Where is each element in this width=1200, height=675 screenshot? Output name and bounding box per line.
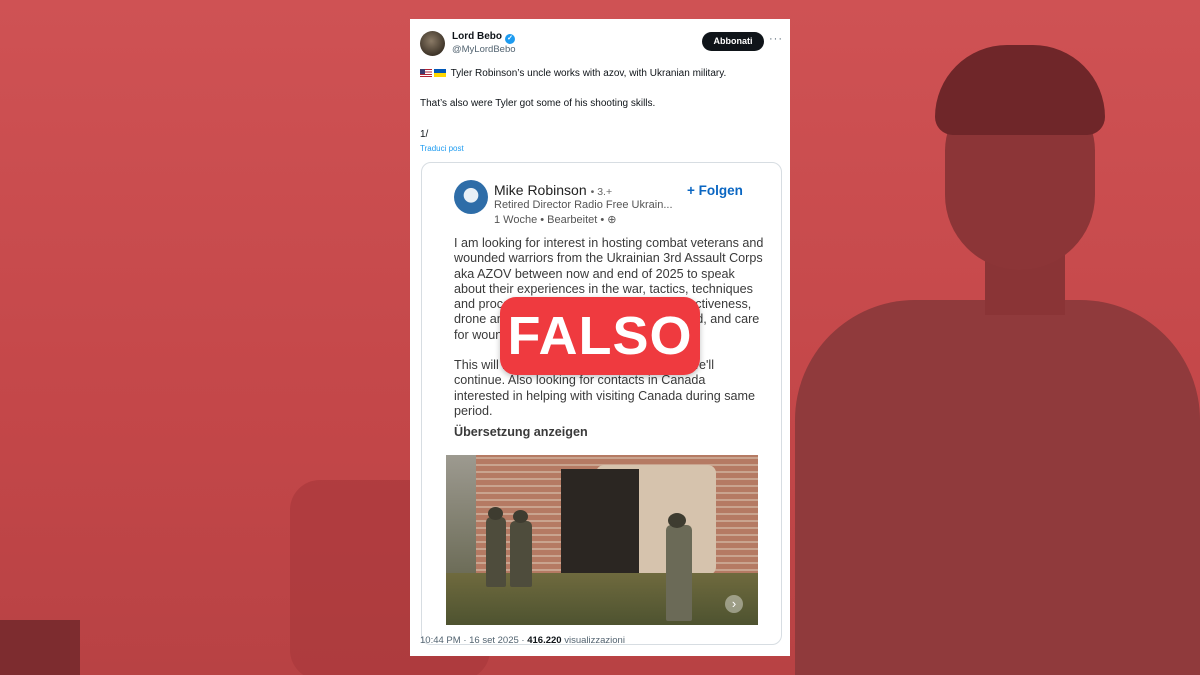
translate-post-link[interactable]: Traduci post (420, 144, 464, 153)
falso-verdict-stamp: FALSO (500, 297, 700, 375)
tweet-text-line-1-content: Tyler Robinson’s uncle works with azov, … (450, 68, 727, 79)
linkedin-meta: 1 Woche • Bearbeitet • ⊕ (494, 213, 617, 226)
photo-soldier (666, 525, 692, 621)
display-name[interactable]: Lord Bebo ✓ (452, 31, 515, 44)
display-name-text[interactable]: Lord Bebo (452, 31, 502, 42)
tweet-footer: 10:44 PM · 16 set 2025 · 416.220 visuali… (420, 635, 625, 646)
avatar[interactable] (420, 31, 445, 56)
photo-soldier (486, 517, 506, 587)
post-date[interactable]: 16 set 2025 (469, 635, 519, 646)
background-book (0, 620, 80, 675)
more-options-icon[interactable]: ··· (769, 33, 783, 45)
photo-doorway (561, 469, 639, 579)
photo-helmet (668, 513, 686, 528)
photo-helmet (488, 507, 503, 520)
connection-degree: • 3.+ (590, 186, 613, 198)
tweet-text-line-2: That’s also were Tyler got some of his s… (420, 98, 656, 109)
tweet-text-line-3: 1/ (420, 129, 429, 140)
linkedin-follow-button: + Folgen (687, 183, 743, 198)
ukraine-flag-icon (434, 69, 446, 77)
linkedin-name-text: Mike Robinson (494, 182, 587, 198)
us-flag-icon (420, 69, 432, 77)
photo-soldier (510, 521, 532, 587)
background-person-body (795, 300, 1200, 675)
linkedin-name: Mike Robinson • 3.+ (494, 182, 612, 198)
verified-badge-icon: ✓ (505, 34, 515, 44)
linkedin-job-title: Retired Director Radio Free Ukrain... (494, 199, 673, 211)
photo-trees (446, 455, 478, 580)
linkedin-meta-text: 1 Woche • Bearbeitet • (494, 214, 605, 226)
views-label: visualizzazioni (564, 635, 625, 646)
chevron-right-icon: › (725, 595, 743, 613)
linkedin-avatar (454, 180, 488, 214)
photo-helmet (513, 510, 528, 523)
globe-icon: ⊕ (607, 214, 617, 226)
embedded-screenshot[interactable]: Mike Robinson • 3.+ + Folgen Retired Dire… (421, 162, 782, 645)
views-count: 416.220 (527, 635, 562, 646)
linkedin-translate-link: Übersetzung anzeigen (454, 425, 588, 439)
subscribe-button[interactable]: Abbonati (702, 32, 764, 51)
user-handle[interactable]: @MyLordBebo (452, 44, 516, 55)
tweet-text-line-1: Tyler Robinson’s uncle works with azov, … (420, 68, 726, 79)
post-time[interactable]: 10:44 PM (420, 635, 461, 646)
separator: · (521, 635, 525, 646)
soldiers-photo: › (446, 455, 758, 625)
separator: · (463, 635, 467, 646)
